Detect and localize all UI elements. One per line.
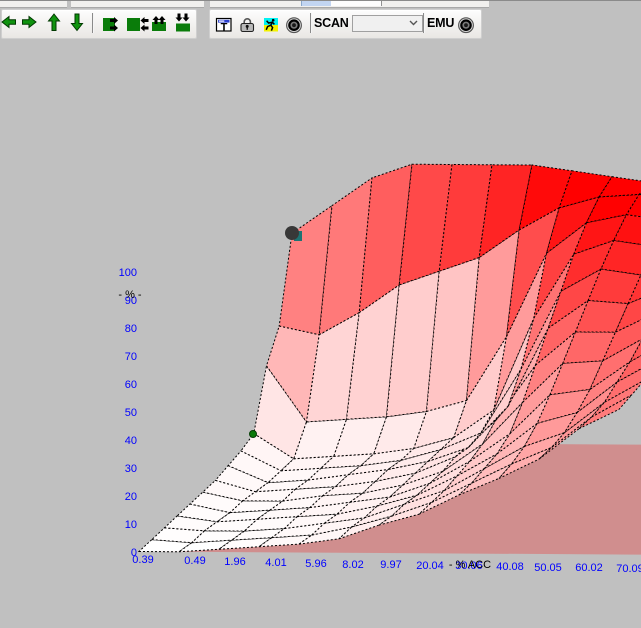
svg-text:50.05: 50.05 [534,562,562,574]
svg-text:5.96: 5.96 [305,558,326,570]
svg-text:9.97: 9.97 [380,559,401,571]
svg-text:40: 40 [125,435,137,447]
svg-text:70: 70 [125,351,137,363]
svg-text:60.02: 60.02 [575,562,603,574]
svg-text:50: 50 [125,407,137,419]
svg-text:T: T [221,22,228,34]
svg-text:4.01: 4.01 [265,557,286,569]
svg-text:20.04: 20.04 [416,560,444,572]
svg-text:20: 20 [125,491,137,503]
svg-text:100: 100 [119,267,137,279]
svg-text:30: 30 [125,463,137,475]
svg-text:- % ACC: - % ACC [449,559,491,571]
svg-text:10: 10 [125,519,137,531]
svg-text:70.09: 70.09 [616,563,641,575]
svg-text:8.02: 8.02 [342,559,363,571]
svg-text:- % -: - % - [118,289,142,301]
svg-text:40.08: 40.08 [496,561,524,573]
svg-text:1.96: 1.96 [224,556,245,568]
svg-text:0.49: 0.49 [184,555,205,567]
svg-text:0.39: 0.39 [132,554,153,566]
svg-text:80: 80 [125,323,137,335]
svg-text:60: 60 [125,379,137,391]
